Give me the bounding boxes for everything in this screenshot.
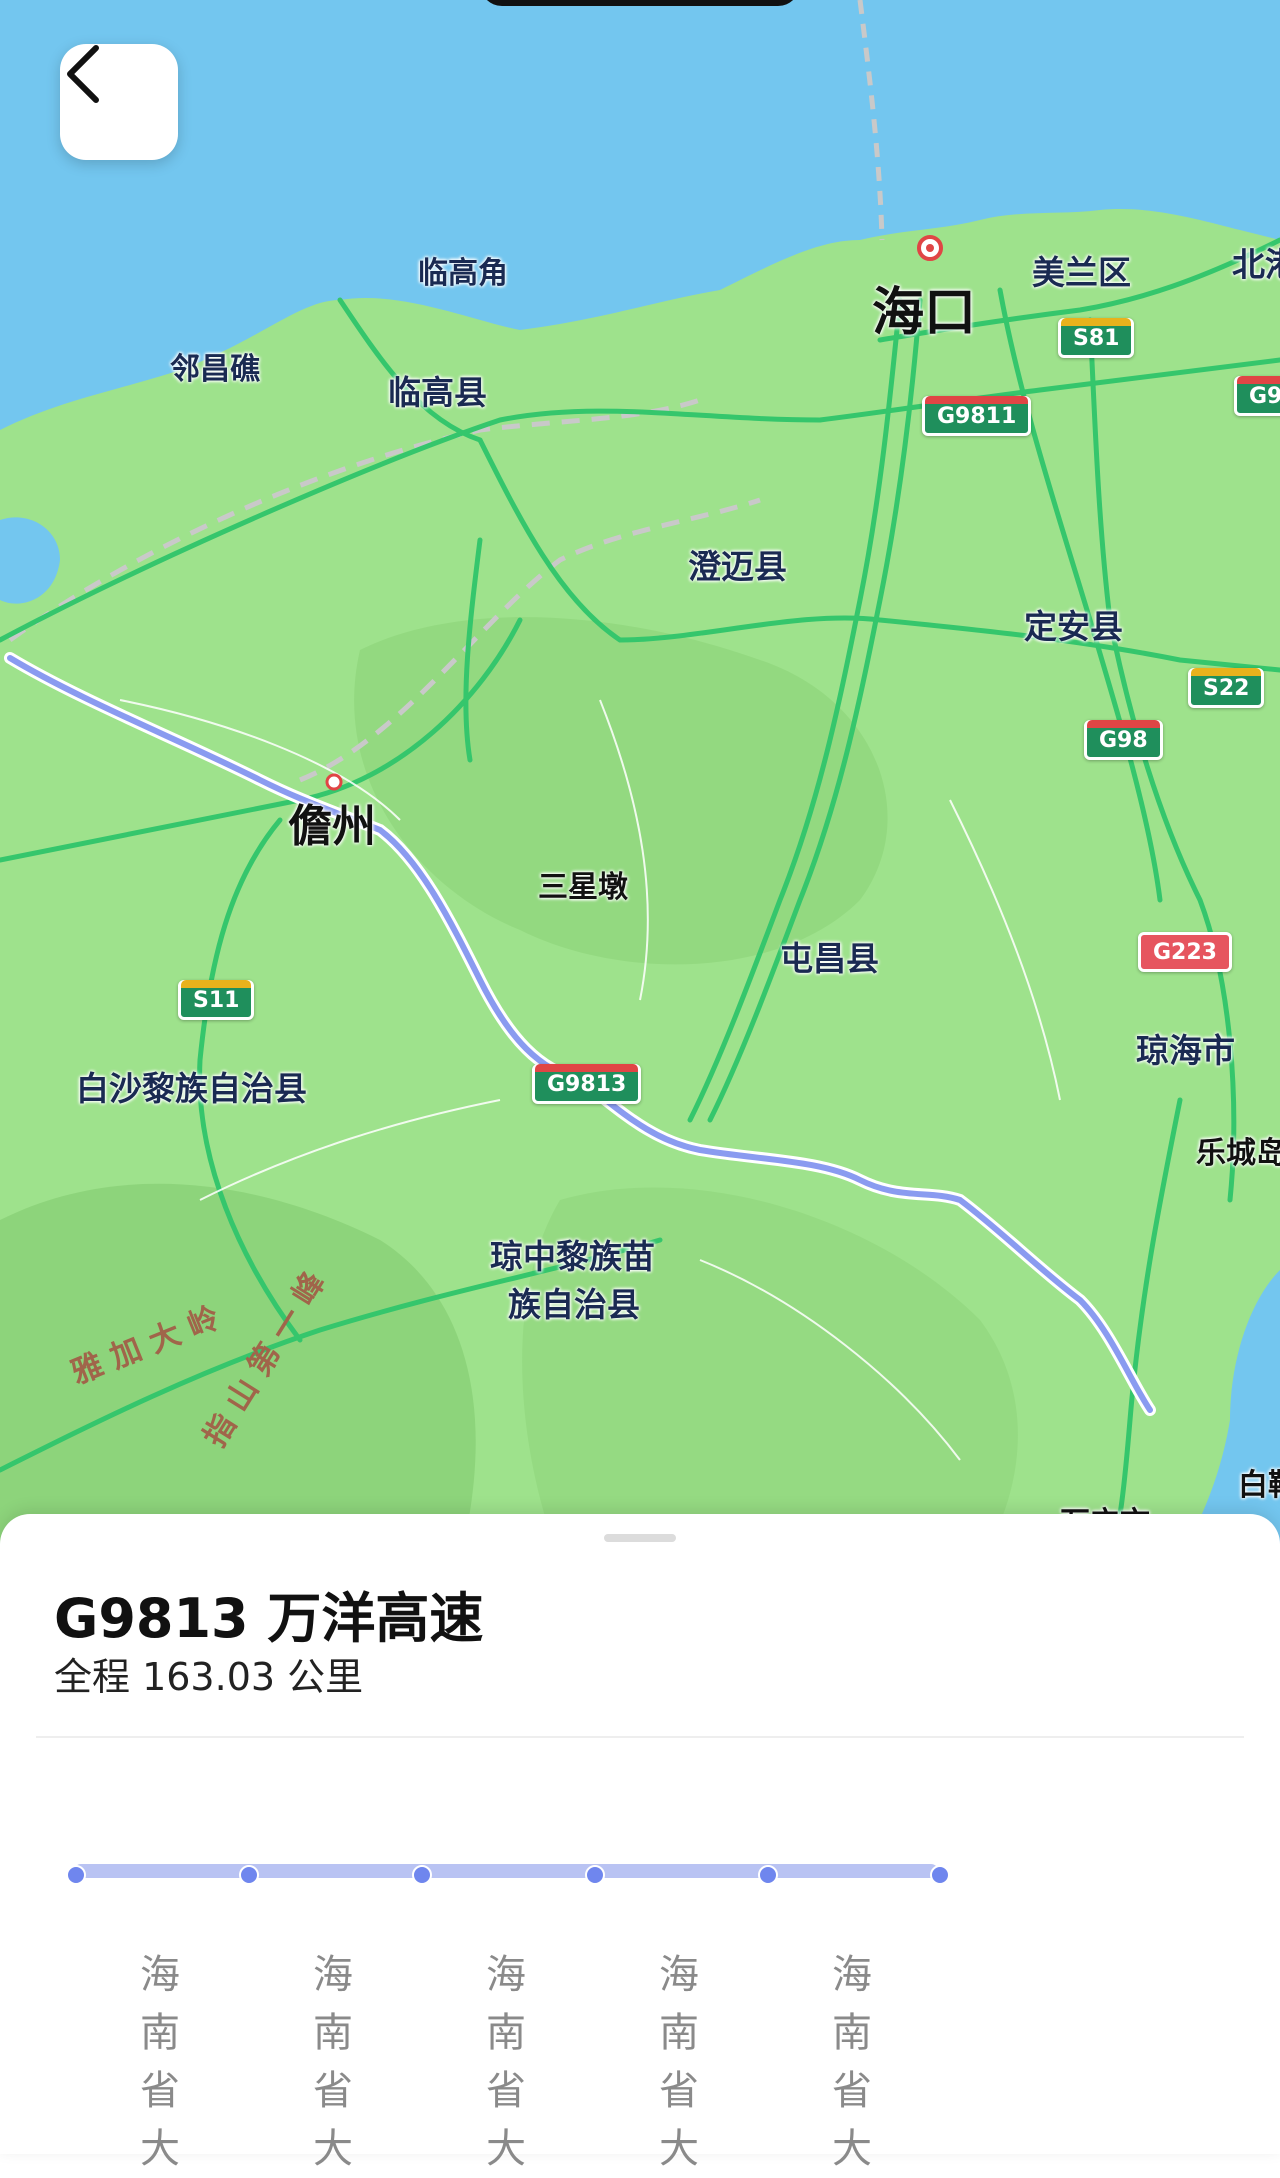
place-label-bai[interactable]: 白鞘 bbox=[1238, 1460, 1280, 1504]
segment-char: 大 bbox=[832, 2126, 872, 2172]
place-label-qionghai[interactable]: 琼海市 bbox=[1136, 1024, 1235, 1072]
segment-label[interactable]: 海 南 省 大 bbox=[130, 1946, 190, 2178]
segment-char: 海 bbox=[659, 1952, 699, 1998]
place-label-lingao[interactable]: 临高县 bbox=[388, 366, 487, 414]
road-shield-s81[interactable]: S81 bbox=[1058, 318, 1135, 358]
route-title: G9813 万洋高速 bbox=[54, 1587, 484, 1650]
place-label-meilan[interactable]: 美兰区 bbox=[1032, 246, 1131, 294]
route-node[interactable] bbox=[930, 1865, 950, 1885]
route-node[interactable] bbox=[66, 1865, 86, 1885]
road-shield-g9811[interactable]: G9811 bbox=[922, 396, 1032, 436]
place-label-qiongzhong-line2[interactable]: 族自治县 bbox=[508, 1278, 640, 1326]
chevron-left-icon bbox=[67, 45, 99, 103]
segment-char: 海 bbox=[832, 1952, 872, 1998]
city-marker bbox=[926, 244, 934, 252]
sheet-grabber[interactable] bbox=[604, 1534, 676, 1542]
route-progress-track bbox=[74, 1864, 938, 1878]
segment-char: 南 bbox=[832, 2010, 872, 2056]
segment-char: 省 bbox=[486, 2068, 526, 2114]
place-label-chengmai[interactable]: 澄迈县 bbox=[688, 540, 787, 588]
segment-char: 海 bbox=[313, 1952, 353, 1998]
segment-char: 大 bbox=[140, 2126, 180, 2172]
device-notch bbox=[480, 0, 800, 6]
road-shield-s11[interactable]: S11 bbox=[178, 980, 255, 1020]
railway bbox=[857, 0, 885, 241]
place-label-haikou[interactable]: 海口 bbox=[872, 270, 976, 345]
route-distance: 全程 163.03 公里 bbox=[54, 1655, 364, 1699]
route-node[interactable] bbox=[239, 1865, 259, 1885]
place-label-lecheng[interactable]: 乐城岛 bbox=[1196, 1128, 1280, 1172]
place-label-linchangjiao[interactable]: 邻昌礁 bbox=[170, 344, 260, 388]
segment-char: 南 bbox=[486, 2010, 526, 2056]
segment-char: 省 bbox=[659, 2068, 699, 2114]
station-marker bbox=[325, 773, 343, 791]
segment-char: 大 bbox=[659, 2126, 699, 2172]
place-label-sanxingdun[interactable]: 三星墩 bbox=[538, 862, 628, 906]
place-label-lingaojiao[interactable]: 临高角 bbox=[418, 248, 508, 292]
road-shield-g98-edge[interactable]: G98 bbox=[1234, 376, 1280, 416]
divider bbox=[36, 1736, 1244, 1738]
segment-char: 省 bbox=[140, 2068, 180, 2114]
segment-label[interactable]: 海 南 省 大 bbox=[822, 1946, 882, 2178]
route-node[interactable] bbox=[758, 1865, 778, 1885]
segment-char: 省 bbox=[313, 2068, 353, 2114]
segment-char: 大 bbox=[313, 2126, 353, 2172]
map-view[interactable]: 海口 美兰区 北港 临高角 邻昌礁 临高县 澄迈县 定安县 儋州 三星墩 屯昌县… bbox=[0, 0, 1280, 1560]
road-shield-s22[interactable]: S22 bbox=[1188, 668, 1265, 708]
place-label-danzhou[interactable]: 儋州 bbox=[288, 790, 376, 854]
route-node[interactable] bbox=[412, 1865, 432, 1885]
road-shield-g98[interactable]: G98 bbox=[1084, 720, 1163, 760]
route-node[interactable] bbox=[585, 1865, 605, 1885]
place-label-dingan[interactable]: 定安县 bbox=[1024, 600, 1123, 648]
segment-label[interactable]: 海 南 省 大 bbox=[303, 1946, 363, 2178]
segment-char: 南 bbox=[313, 2010, 353, 2056]
segment-char: 海 bbox=[486, 1952, 526, 1998]
place-label-baisha[interactable]: 白沙黎族自治县 bbox=[76, 1062, 307, 1110]
road-shield-g9813[interactable]: G9813 bbox=[532, 1064, 642, 1104]
segment-char: 海 bbox=[140, 1952, 180, 1998]
place-label-qiongzhong-line1[interactable]: 琼中黎族苗 bbox=[490, 1230, 655, 1278]
road-shield-g223[interactable]: G223 bbox=[1138, 932, 1232, 972]
segment-char: 省 bbox=[832, 2068, 872, 2114]
route-detail-sheet[interactable]: G9813 万洋高速 全程 163.03 公里 海 南 省 大 海 南 省 大 … bbox=[0, 1514, 1280, 2172]
back-button[interactable] bbox=[60, 44, 178, 160]
place-label-beigang[interactable]: 北港 bbox=[1232, 238, 1280, 286]
segment-label[interactable]: 海 南 省 大 bbox=[476, 1946, 536, 2178]
segment-char: 大 bbox=[486, 2126, 526, 2172]
segment-char: 南 bbox=[140, 2010, 180, 2056]
place-label-tunchang[interactable]: 屯昌县 bbox=[780, 932, 879, 980]
segment-label[interactable]: 海 南 省 大 bbox=[649, 1946, 709, 2178]
segment-char: 南 bbox=[659, 2010, 699, 2056]
